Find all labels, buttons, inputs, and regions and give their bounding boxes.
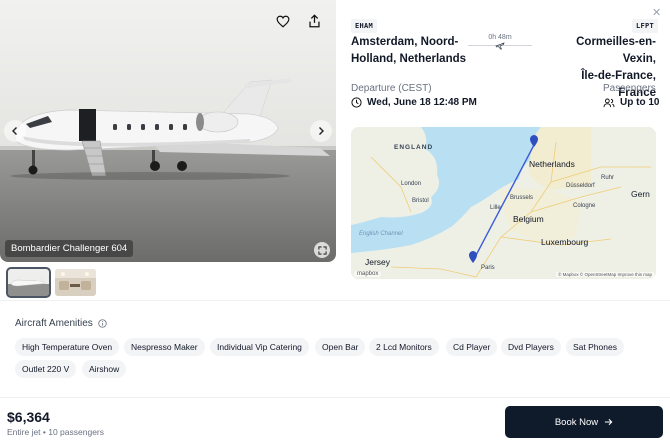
amenity-chip: Nespresso Maker (124, 338, 205, 356)
expand-icon (317, 245, 327, 255)
amenity-chip: 2 Lcd Monitors (369, 338, 439, 356)
departure-label: Departure (CEST) (351, 83, 432, 94)
map-label-lille: Lille (490, 205, 501, 211)
route-map[interactable]: ENGLAND London Bristol Netherlands Bruss… (351, 127, 656, 279)
origin-city-line-1: Amsterdam, Noord- (351, 36, 459, 48)
passengers-value: Up to 10 (603, 97, 659, 108)
map-label-germany: Gern (631, 189, 650, 199)
thumbnail-exterior[interactable] (6, 267, 51, 298)
map-label-dusseldorf: Düsseldorf (566, 183, 595, 189)
total-price: $6,364 (7, 409, 50, 425)
amenity-chip: Airshow (82, 360, 127, 378)
chevron-left-icon (12, 127, 17, 135)
amenity-chip: Outlet 220 V (15, 360, 77, 378)
amenities-title: Aircraft Amenities (15, 318, 107, 329)
destination-code-badge: LFPT (632, 19, 659, 33)
origin-city: Amsterdam, Noord- Holland, Netherlands (351, 34, 466, 68)
origin-city-line-2: Holland, Netherlands (351, 53, 467, 65)
book-now-button[interactable]: Book Now (505, 406, 663, 438)
previous-image-button[interactable] (4, 120, 26, 142)
destination-city-line-1: Cormeilles-en-Vexin, (576, 36, 656, 65)
passengers-count: Up to 10 (620, 97, 660, 108)
arrow-right-icon (605, 418, 613, 426)
amenity-chip: Open Bar (315, 338, 366, 356)
map-label-england: ENGLAND (394, 144, 434, 151)
aircraft-photo: Bombardier Challenger 604 (0, 0, 336, 262)
origin-code-badge: EHAM (351, 19, 378, 33)
footer-divider (0, 397, 670, 398)
aircraft-image (0, 0, 336, 262)
map-label-belgium: Belgium (513, 214, 544, 224)
amenities-title-text: Aircraft Amenities (15, 318, 93, 329)
map-attribution[interactable]: © Mapbox © OpenStreetMap Improve this ma… (556, 272, 654, 277)
map-label-jersey: Jersey (365, 257, 391, 267)
aircraft-caption: Bombardier Challenger 604 (5, 240, 134, 257)
favorite-button[interactable] (271, 9, 295, 33)
chevron-right-icon (319, 127, 324, 135)
map-label-paris: Paris (481, 265, 495, 271)
amenity-chip: Individual Vip Catering (210, 338, 309, 356)
price-detail: Entire jet • 10 passengers (7, 427, 105, 437)
map-label-london: London (401, 181, 422, 187)
airplane-icon (495, 42, 505, 50)
amenity-chip: Dvd Players (501, 338, 561, 356)
map-label-netherlands: Netherlands (529, 159, 575, 169)
map-label-cologne: Cologne (573, 203, 596, 209)
map-label-channel: English Channel (359, 231, 403, 237)
heart-icon (276, 15, 290, 28)
map-label-luxembourg: Luxembourg (541, 237, 589, 247)
share-button[interactable] (302, 9, 326, 33)
departure-datetime: Wed, June 18 12:48 PM (367, 97, 477, 108)
map-label-brussels: Brussels (510, 195, 534, 201)
book-now-label: Book Now (554, 416, 599, 428)
amenity-chip: Cd Player (446, 338, 498, 356)
clock-icon (351, 97, 362, 108)
map-label-ruhr: Ruhr (601, 175, 615, 181)
flight-duration: 0h 48m (488, 34, 512, 41)
mapbox-logo[interactable]: mapbox (354, 271, 382, 277)
amenity-chip: High Temperature Oven (15, 338, 120, 356)
amenity-chip: Sat Phones (566, 338, 624, 356)
users-icon (603, 98, 615, 107)
close-button[interactable]: ✕ (652, 6, 661, 19)
next-image-button[interactable] (310, 120, 332, 142)
thumbnail-image (55, 269, 96, 296)
info-icon[interactable] (98, 319, 107, 328)
departure-value: Wed, June 18 12:48 PM (351, 97, 477, 108)
thumbnail-interior[interactable] (55, 269, 96, 296)
section-divider (0, 300, 670, 301)
fullscreen-button[interactable] (314, 242, 330, 258)
thumbnail-image (8, 269, 49, 296)
share-icon (308, 14, 320, 28)
passengers-label: Passengers (603, 83, 656, 94)
map-label-bristol: Bristol (412, 198, 429, 204)
